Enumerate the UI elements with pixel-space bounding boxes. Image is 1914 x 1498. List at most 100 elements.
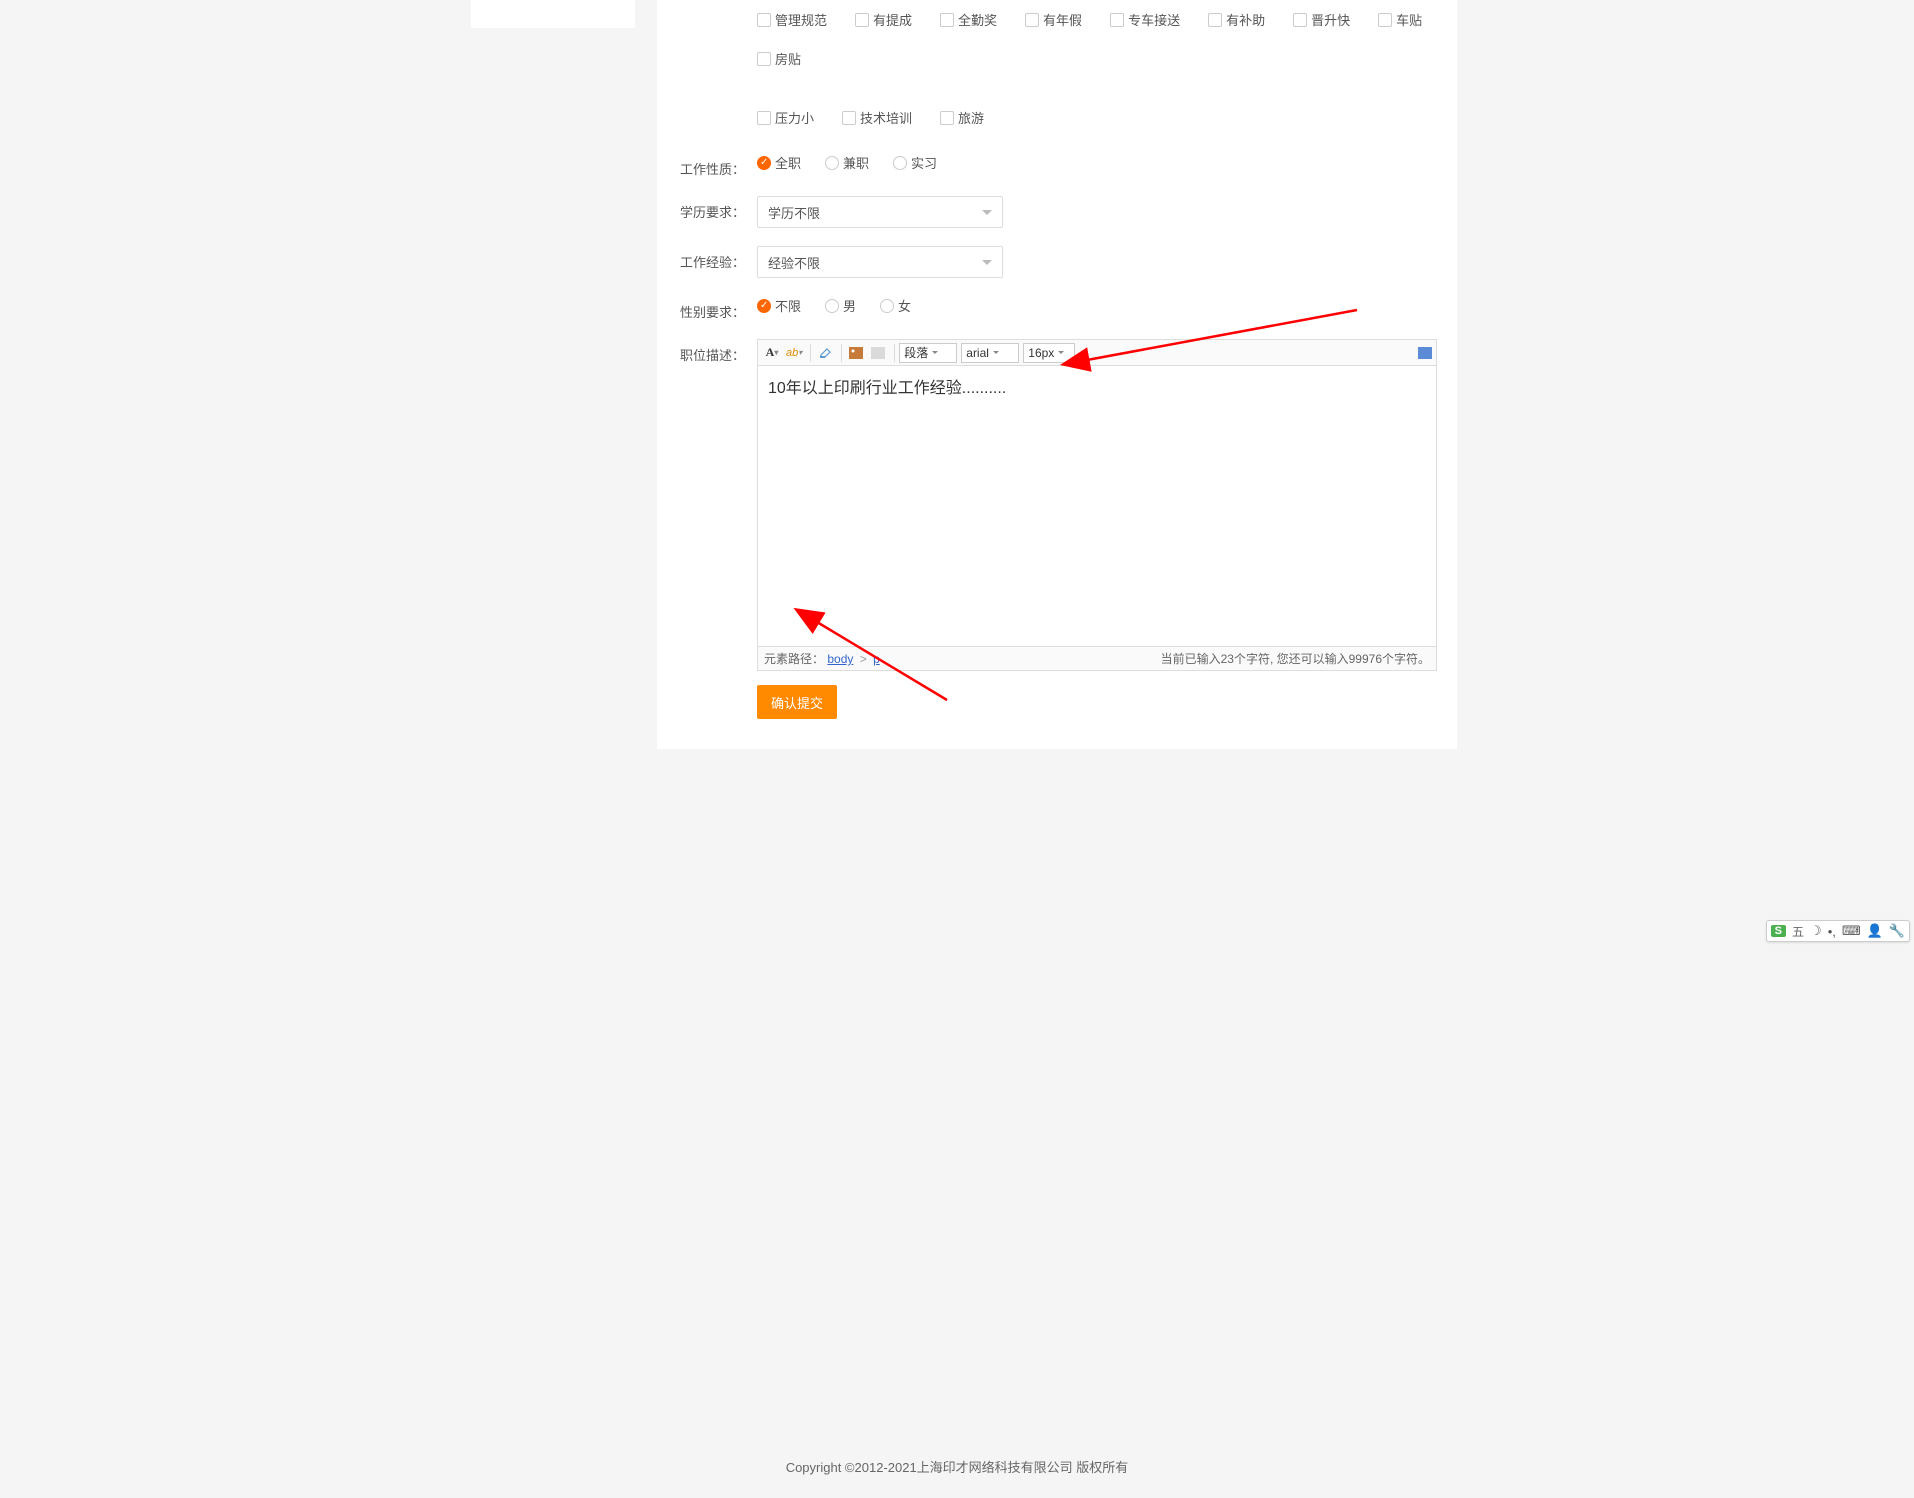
ime-toolbar[interactable]: S 五 ☽ •, ⌨ 👤 🔧 xyxy=(1766,920,1910,942)
radio-label: 男 xyxy=(843,296,856,315)
editor-toolbar: A▾ ab▾ 段落 xyxy=(758,340,1436,366)
chevron-down-icon xyxy=(982,260,992,265)
benefit-label: 房贴 xyxy=(775,49,801,68)
element-path-label: 元素路径： xyxy=(764,652,824,666)
benefit-checkbox[interactable]: 技术培训 xyxy=(842,108,912,127)
sidebar-placeholder xyxy=(471,0,635,28)
benefit-label: 有提成 xyxy=(873,10,912,29)
backcolor-button[interactable]: ab▾ xyxy=(784,343,804,363)
path-separator: > xyxy=(860,652,867,666)
benefit-checkbox[interactable]: 管理规范 xyxy=(757,10,827,29)
radio-label: 实习 xyxy=(911,153,937,172)
fontsize-dropdown[interactable]: 16px xyxy=(1023,343,1075,363)
benefit-label: 管理规范 xyxy=(775,10,827,29)
checkbox-icon xyxy=(940,13,954,27)
gender-option[interactable]: 不限 xyxy=(757,296,801,315)
description-label: 职位描述： xyxy=(677,339,757,364)
education-control: 学历不限 xyxy=(757,196,1437,228)
benefit-checkbox[interactable]: 晋升快 xyxy=(1293,10,1350,29)
work-nature-option[interactable]: 全职 xyxy=(757,153,801,172)
ime-lang: 五 xyxy=(1792,923,1804,940)
benefit-label: 车贴 xyxy=(1396,10,1422,29)
work-nature-option[interactable]: 兼职 xyxy=(825,153,869,172)
editor-body[interactable]: 10年以上印刷行业工作经验.......... xyxy=(758,366,1436,646)
benefit-label: 旅游 xyxy=(958,108,984,127)
benefits-row-top: 管理规范 有提成 全勤奖 有年假 专车接送 有补助 晋升快 车贴房贴压力小 技术培训 旅游 xyxy=(677,10,1437,127)
gender-options: 不限 男 女 xyxy=(757,296,1437,315)
checkbox-icon xyxy=(855,13,869,27)
radio-icon xyxy=(825,299,839,313)
checkbox-icon xyxy=(1378,13,1392,27)
work-nature-label: 工作性质： xyxy=(677,153,757,178)
checkbox-icon xyxy=(757,52,771,66)
checkbox-icon xyxy=(1110,13,1124,27)
benefit-checkbox[interactable]: 专车接送 xyxy=(1110,10,1180,29)
benefit-checkbox[interactable]: 压力小 xyxy=(757,108,814,127)
radio-icon xyxy=(757,156,771,170)
benefit-checkbox[interactable]: 有年假 xyxy=(1025,10,1082,29)
font-dropdown[interactable]: arial xyxy=(961,343,1019,363)
checkbox-icon xyxy=(842,111,856,125)
keyboard-icon[interactable]: ⌨ xyxy=(1842,923,1861,939)
punctuation-icon[interactable]: •, xyxy=(1828,924,1836,939)
page-container: 管理规范 有提成 全勤奖 有年假 专车接送 有补助 晋升快 车贴房贴压力小 技术培训 旅游 工作性… xyxy=(187,0,1727,700)
radio-label: 全职 xyxy=(775,153,801,172)
toolbar-separator xyxy=(894,344,895,362)
gender-option[interactable]: 女 xyxy=(880,296,911,315)
page-footer: Copyright ©2012-2021上海印才网络科技有限公司 版权所有 xyxy=(0,1435,1914,1498)
image-button[interactable] xyxy=(846,343,866,363)
submit-label: 确认提交 xyxy=(771,696,823,711)
toolbar-right xyxy=(1418,347,1432,359)
work-nature-option[interactable]: 实习 xyxy=(893,153,937,172)
fullscreen-icon[interactable] xyxy=(1418,347,1432,359)
radio-label: 不限 xyxy=(775,296,801,315)
work-nature-row: 工作性质： 全职 兼职 实习 xyxy=(677,153,1437,178)
submit-button[interactable]: 确认提交 xyxy=(757,685,837,719)
benefit-checkbox[interactable]: 有补助 xyxy=(1208,10,1265,29)
editor-footer: 元素路径： body > p 当前已输入23个字符, 您还可以输入99976个字… xyxy=(758,646,1436,670)
ime-badge: S xyxy=(1771,925,1786,937)
benefit-checkbox[interactable]: 车贴 xyxy=(1378,10,1422,29)
experience-control: 经验不限 xyxy=(757,246,1437,278)
path-p-link[interactable]: p xyxy=(873,652,880,666)
checkbox-icon xyxy=(757,13,771,27)
paragraph-dropdown[interactable]: 段落 xyxy=(899,343,957,363)
copyright-text: Copyright ©2012-2021上海印才网络科技有限公司 版权所有 xyxy=(786,1460,1129,1475)
radio-icon xyxy=(893,156,907,170)
benefits-label-spacer xyxy=(677,10,757,16)
gender-option[interactable]: 男 xyxy=(825,296,856,315)
education-row: 学历要求： 学历不限 xyxy=(677,196,1437,228)
benefit-checkbox[interactable]: 全勤奖 xyxy=(940,10,997,29)
attachment-button[interactable] xyxy=(868,343,888,363)
education-select[interactable]: 学历不限 xyxy=(757,196,1003,228)
experience-row: 工作经验： 经验不限 xyxy=(677,246,1437,278)
eraser-button[interactable] xyxy=(815,343,835,363)
gender-label: 性别要求： xyxy=(677,296,757,321)
checkbox-icon xyxy=(1293,13,1307,27)
checkbox-icon xyxy=(757,111,771,125)
paragraph-value: 段落 xyxy=(904,344,928,361)
forecolor-button[interactable]: A▾ xyxy=(762,343,782,363)
rich-editor: A▾ ab▾ 段落 xyxy=(757,339,1437,671)
radio-icon xyxy=(757,299,771,313)
user-icon[interactable]: 👤 xyxy=(1867,923,1883,939)
moon-icon[interactable]: ☽ xyxy=(1810,923,1822,939)
editor-content-text: 10年以上印刷行业工作经验.......... xyxy=(768,380,1006,397)
benefit-checkbox[interactable]: 房贴 xyxy=(757,49,801,68)
toolbar-separator xyxy=(810,344,811,362)
fontsize-value: 16px xyxy=(1028,346,1054,360)
toolbar-separator xyxy=(841,344,842,362)
benefit-checkbox[interactable]: 有提成 xyxy=(855,10,912,29)
experience-label: 工作经验： xyxy=(677,246,757,271)
experience-select[interactable]: 经验不限 xyxy=(757,246,1003,278)
benefit-checkbox[interactable]: 旅游 xyxy=(940,108,984,127)
radio-icon xyxy=(880,299,894,313)
path-body-link[interactable]: body xyxy=(827,652,853,666)
description-row: 职位描述： A▾ ab▾ xyxy=(677,339,1437,671)
benefit-label: 全勤奖 xyxy=(958,10,997,29)
benefit-label: 专车接送 xyxy=(1128,10,1180,29)
settings-icon[interactable]: 🔧 xyxy=(1889,923,1905,939)
radio-icon xyxy=(825,156,839,170)
form-card: 管理规范 有提成 全勤奖 有年假 专车接送 有补助 晋升快 车贴房贴压力小 技术培训 旅游 工作性… xyxy=(657,0,1457,749)
checkbox-icon xyxy=(940,111,954,125)
